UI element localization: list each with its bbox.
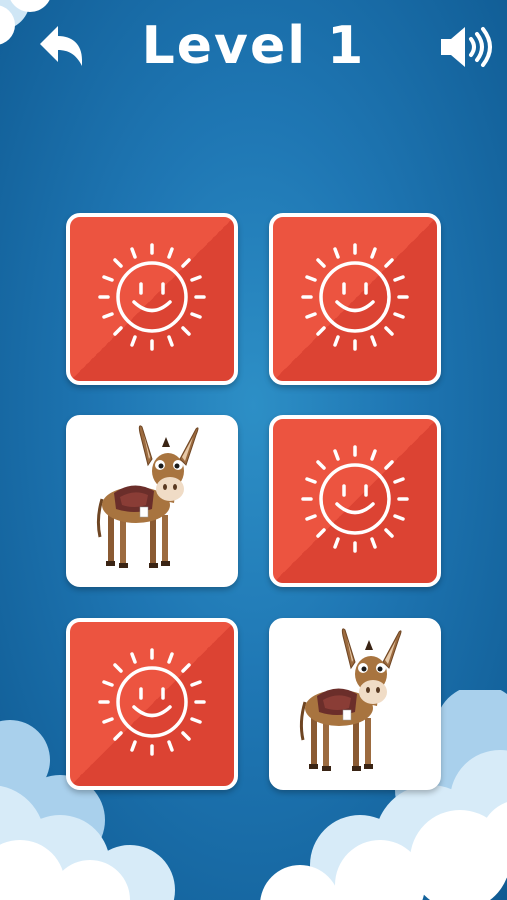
memory-card[interactable] <box>269 213 441 385</box>
memory-card[interactable] <box>66 618 238 790</box>
memory-card[interactable] <box>66 415 238 587</box>
sun-icon <box>98 648 206 756</box>
memory-card[interactable] <box>66 213 238 385</box>
memory-card[interactable] <box>269 618 441 790</box>
sun-icon <box>301 445 409 553</box>
memory-card[interactable] <box>269 415 441 587</box>
donkey-icon <box>96 425 199 568</box>
card-grid <box>0 0 507 900</box>
sun-icon <box>301 243 409 351</box>
sun-icon <box>98 243 206 351</box>
donkey-icon <box>299 628 402 771</box>
